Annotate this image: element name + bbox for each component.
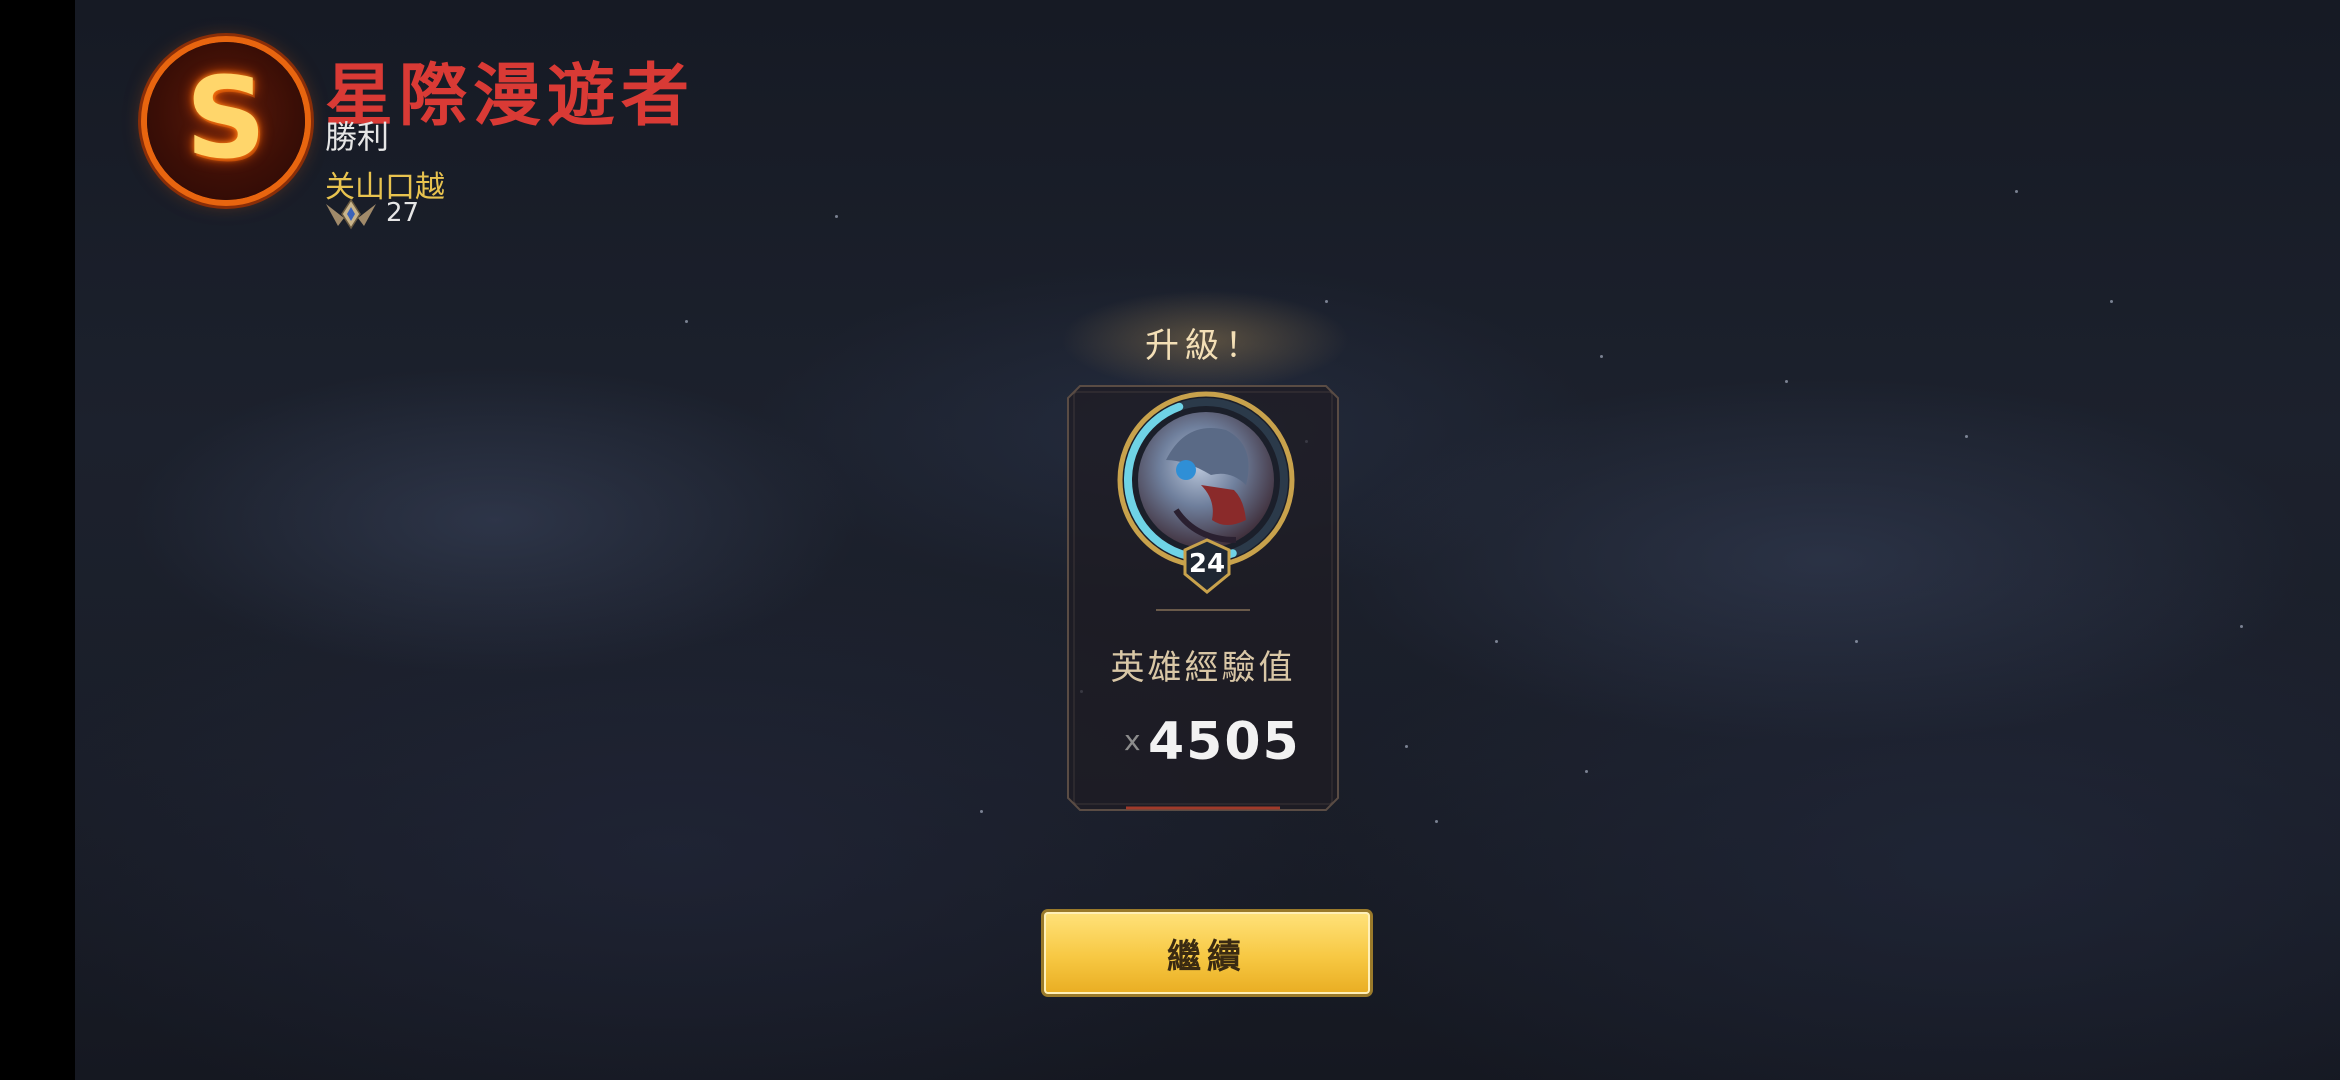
exp-multiplier-sign: x [1124, 724, 1141, 757]
hero-exp-label: 英雄經驗值 [1110, 648, 1296, 688]
screen: S 星際漫遊者 勝利 关山口越 27 升級！ 24 英雄經驗值 x 4505 繼… [0, 0, 2340, 1080]
continue-button[interactable]: 繼續 [1044, 912, 1370, 994]
rank-grade-badge: S [147, 42, 305, 200]
player-level: 27 [386, 198, 420, 228]
levelup-title: 升級！ [1145, 326, 1265, 366]
rank-tier-icon [326, 198, 376, 230]
exp-value: 4505 [1148, 712, 1301, 772]
rank-grade-letter: S [185, 54, 267, 184]
continue-button-label: 繼續 [1167, 936, 1247, 977]
hero-level-number: 24 [1188, 549, 1226, 579]
match-result-text: 勝利 [325, 118, 390, 156]
